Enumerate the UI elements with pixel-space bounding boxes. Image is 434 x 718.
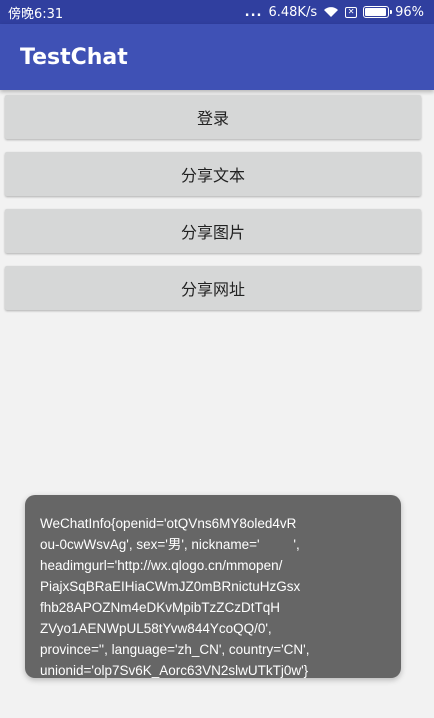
- toast-line: ZVyo1AENWpUL58tYvw844YcoQQ/0',: [40, 621, 272, 636]
- toast-line: PiajxSqBRaEIHiaCWmJZ0mBRnictuHzGsx: [40, 579, 301, 594]
- action-buttons: 登录 分享文本 分享图片 分享网址: [5, 95, 421, 310]
- share-image-button[interactable]: 分享图片: [5, 209, 421, 253]
- status-time: 傍晚6:31: [8, 6, 64, 22]
- toast-line: headimgurl='http://wx.qlogo.cn/mmopen/: [40, 558, 283, 573]
- toast-line: unionid='olp7Sv6K_Aorc63VN2slwUTkTj0w'}: [40, 663, 309, 678]
- wechat-info-toast: WeChatInfo{openid='otQVns6MY8oled4vR ou-…: [25, 495, 401, 678]
- battery-percent: 96%: [395, 4, 424, 20]
- status-bar: 傍晚6:31 ... 6.48K/s ✕ 96%: [0, 0, 434, 24]
- status-icons: ... 6.48K/s ✕ 96%: [245, 5, 424, 20]
- toast-line: WeChatInfo{openid='otQVns6MY8oled4vR: [40, 516, 297, 531]
- share-url-button[interactable]: 分享网址: [5, 266, 421, 310]
- battery-fill: [365, 8, 387, 16]
- toast-line: ou-0cwWsvAg', sex='男', nickname=' ',: [40, 537, 300, 552]
- more-dots-icon: ...: [244, 4, 263, 20]
- toast-line: fhb28APOZNm4eDKvMpibTzZCzDtTqH: [40, 600, 281, 615]
- wifi-icon: [324, 7, 339, 17]
- network-speed: 6.48K/s: [268, 4, 318, 20]
- toast-line: province='', language='zh_CN', country='…: [40, 642, 310, 657]
- sim-icon: ✕: [345, 6, 358, 18]
- battery-icon: [363, 6, 393, 18]
- app-title: TestChat: [20, 44, 128, 70]
- share-text-button[interactable]: 分享文本: [5, 152, 421, 196]
- login-button[interactable]: 登录: [5, 95, 421, 139]
- app-bar: TestChat: [0, 24, 434, 90]
